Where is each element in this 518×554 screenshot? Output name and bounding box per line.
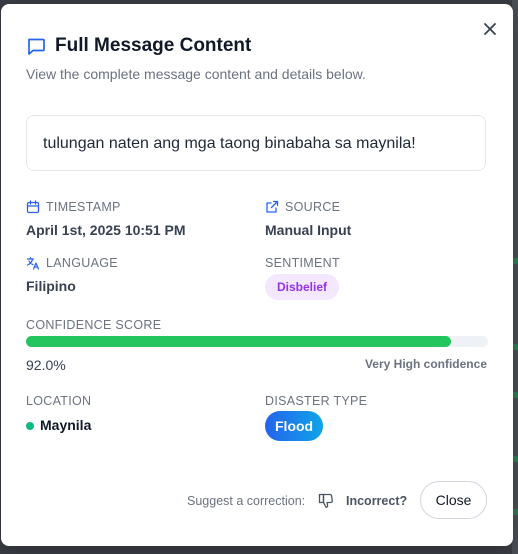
timestamp-value: April 1st, 2025 10:51 PM	[26, 222, 186, 238]
close-icon[interactable]	[481, 20, 499, 38]
confidence-label: CONFIDENCE SCORE	[26, 318, 161, 332]
disaster-type-label: DISASTER TYPE	[265, 394, 367, 408]
incorrect-button[interactable]: Incorrect?	[346, 494, 407, 508]
language-label: LANGUAGE	[26, 256, 118, 270]
location-label-text: LOCATION	[26, 394, 92, 408]
translate-icon	[26, 256, 40, 270]
confidence-description: Very High confidence	[364, 357, 487, 371]
disaster-type-label-text: DISASTER TYPE	[265, 394, 368, 408]
location-dot-icon	[26, 422, 34, 431]
source-label: SOURCE	[265, 200, 340, 214]
dialog-title: Full Message Content	[55, 35, 252, 56]
suggest-correction-text: Suggest a correction:	[187, 494, 306, 508]
location-value: Maynila	[40, 417, 92, 433]
confidence-progress-bar	[26, 336, 488, 347]
confidence-label-text: CONFIDENCE SCORE	[26, 318, 162, 332]
location-value-row: Maynila	[26, 417, 91, 433]
confidence-progress-fill	[26, 336, 452, 347]
message-square-icon	[28, 38, 45, 55]
timestamp-label-text: TIMESTAMP	[46, 200, 121, 214]
location-label: LOCATION	[26, 394, 91, 408]
sentiment-label-text: SENTIMENT	[265, 256, 340, 270]
sentiment-badge: Disbelief	[265, 274, 340, 300]
timestamp-label: TIMESTAMP	[26, 200, 121, 214]
thumbs-down-icon[interactable]	[317, 492, 335, 510]
external-link-icon	[266, 200, 279, 213]
source-label-text: SOURCE	[285, 200, 341, 214]
disaster-type-badge: Flood	[265, 411, 324, 441]
close-button[interactable]: Close	[420, 481, 487, 519]
message-content: tulungan naten ang mga taong binabaha sa…	[26, 115, 486, 171]
message-dialog: Full Message Content View the complete m…	[1, 4, 513, 546]
source-value: Manual Input	[265, 222, 352, 238]
dialog-subtitle: View the complete message content and de…	[26, 66, 366, 82]
language-label-text: LANGUAGE	[46, 256, 118, 270]
calendar-icon	[26, 200, 40, 214]
language-value: Filipino	[26, 278, 76, 294]
sentiment-label: SENTIMENT	[265, 256, 340, 270]
confidence-score-value: 92.0%	[26, 357, 66, 373]
dialog-header: Full Message Content	[26, 35, 251, 57]
